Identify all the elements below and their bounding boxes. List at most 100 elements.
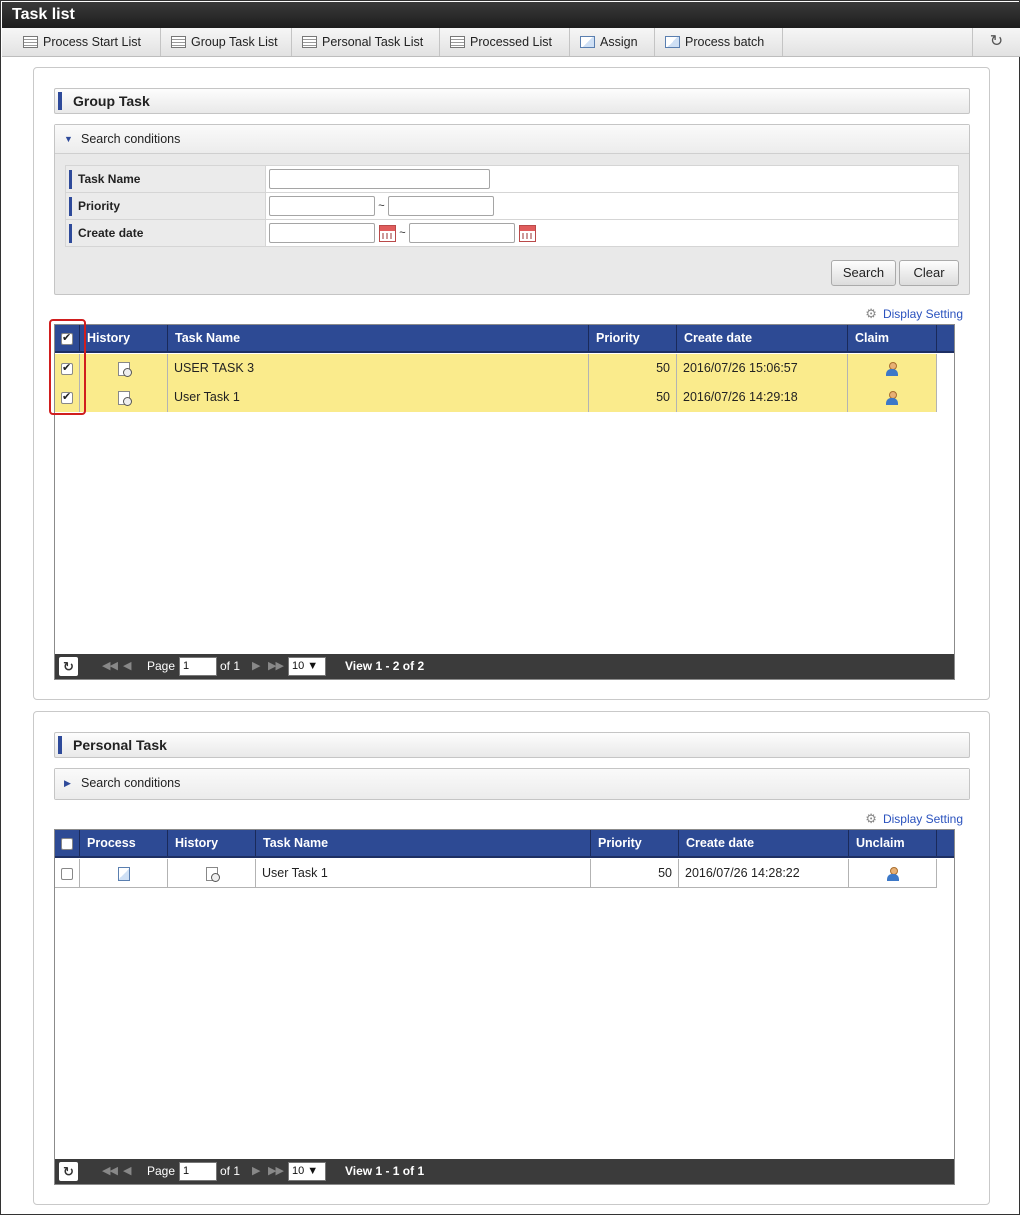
- calendar-icon[interactable]: [379, 224, 396, 242]
- checkbox-highlight: [49, 319, 86, 415]
- grid-header: Process History Task Name Priority Creat…: [55, 830, 954, 858]
- col-process[interactable]: Process: [80, 830, 168, 856]
- window-title: Task list: [2, 2, 1020, 28]
- history-icon[interactable]: [117, 361, 132, 377]
- task-name-input[interactable]: [269, 169, 490, 189]
- page-number-input[interactable]: 1: [179, 657, 217, 676]
- select-all-cell: [55, 830, 80, 856]
- gear-icon: ⚙: [865, 811, 877, 826]
- prev-page-icon[interactable]: ◀: [123, 1159, 132, 1184]
- col-task-name[interactable]: Task Name: [256, 830, 591, 856]
- clear-button[interactable]: Clear: [899, 260, 959, 286]
- reload-icon[interactable]: ↻: [59, 657, 78, 676]
- group-task-title: Group Task: [54, 88, 970, 114]
- view-range-text: View 1 - 1 of 1: [345, 1164, 425, 1178]
- last-page-icon[interactable]: ▶▶: [268, 654, 284, 679]
- tab-label: Personal Task List: [322, 35, 424, 49]
- row-checkbox[interactable]: [61, 867, 73, 880]
- page-count-label: of 1: [220, 659, 241, 673]
- page-count-label: of 1: [220, 1164, 241, 1178]
- col-create-date[interactable]: Create date: [679, 830, 849, 856]
- col-priority[interactable]: Priority: [591, 830, 679, 856]
- tab-processed-list[interactable]: Processed List: [440, 28, 570, 56]
- next-page-icon[interactable]: ▶: [252, 1159, 261, 1184]
- task-name-cell: User Task 1: [168, 383, 589, 412]
- create-date-from-input[interactable]: [269, 223, 375, 243]
- col-claim[interactable]: Claim: [848, 325, 937, 351]
- rows-per-page-select[interactable]: 10 ▼: [288, 1162, 326, 1181]
- page-label: Page: [147, 659, 176, 673]
- personal-search-conditions: ▶ Search conditions: [54, 768, 970, 800]
- page-number-input[interactable]: 1: [179, 1162, 217, 1181]
- first-page-icon[interactable]: ◀◀: [102, 1159, 118, 1184]
- tab-assign[interactable]: Assign: [570, 28, 655, 56]
- history-icon[interactable]: [117, 390, 132, 406]
- history-cell: [80, 383, 168, 412]
- reload-icon[interactable]: ↻: [59, 1162, 78, 1181]
- last-page-icon[interactable]: ▶▶: [268, 1159, 284, 1184]
- process-cell: [80, 859, 168, 888]
- col-priority[interactable]: Priority: [589, 325, 677, 351]
- create-date-cell: 2016/07/26 14:28:22: [679, 859, 849, 888]
- calendar-icon[interactable]: [519, 224, 536, 242]
- table-row[interactable]: USER TASK 3 50 2016/07/26 15:06:57: [55, 354, 937, 383]
- search-conditions-toggle[interactable]: ▼ Search conditions: [55, 125, 969, 154]
- prev-page-icon[interactable]: ◀: [123, 654, 132, 679]
- collapse-arrow-icon: ▼: [64, 134, 73, 144]
- tab-label: Process Start List: [43, 35, 141, 49]
- assign-icon: [580, 36, 595, 48]
- display-setting-link[interactable]: ⚙ Display Setting: [865, 811, 963, 827]
- task-name-cell: USER TASK 3: [168, 354, 589, 383]
- rows-per-page-select[interactable]: 10 ▼: [288, 657, 326, 676]
- priority-label: Priority: [65, 192, 266, 220]
- col-history[interactable]: History: [168, 830, 256, 856]
- history-icon[interactable]: [205, 866, 220, 882]
- group-task-grid: History Task Name Priority Create date C…: [54, 324, 955, 680]
- select-all-checkbox[interactable]: [61, 837, 73, 850]
- tab-personal-task-list[interactable]: Personal Task List: [292, 28, 440, 56]
- history-cell: [80, 354, 168, 383]
- search-conditions-label: Search conditions: [81, 776, 181, 790]
- tab-process-batch[interactable]: Process batch: [655, 28, 783, 56]
- priority-cell: 50: [591, 859, 679, 888]
- group-task-panel: Group Task ▼ Search conditions Task Name…: [33, 67, 990, 700]
- list-icon: [23, 36, 38, 48]
- search-button[interactable]: Search: [831, 260, 896, 286]
- first-page-icon[interactable]: ◀◀: [102, 654, 118, 679]
- next-page-icon[interactable]: ▶: [252, 654, 261, 679]
- tab-label: Processed List: [470, 35, 552, 49]
- claim-user-icon[interactable]: [885, 361, 899, 376]
- tab-process-start-list[interactable]: Process Start List: [13, 28, 161, 56]
- display-setting-link[interactable]: ⚙ Display Setting: [865, 306, 963, 322]
- range-tilde: ~: [378, 200, 385, 213]
- priority-to-input[interactable]: [388, 196, 494, 216]
- main-toolbar: Process Start List Group Task List Perso…: [2, 28, 1020, 57]
- personal-task-title: Personal Task: [54, 732, 970, 758]
- display-setting-label: Display Setting: [882, 812, 963, 826]
- expand-arrow-icon: ▶: [64, 778, 71, 788]
- priority-cell: 50: [589, 354, 677, 383]
- col-create-date[interactable]: Create date: [677, 325, 848, 351]
- table-row[interactable]: User Task 1 50 2016/07/26 14:28:22: [55, 859, 937, 888]
- create-date-cell: 2016/07/26 15:06:57: [677, 354, 848, 383]
- gear-icon: ⚙: [865, 306, 877, 321]
- unclaim-cell: [849, 859, 937, 888]
- tab-group-task-list[interactable]: Group Task List: [161, 28, 292, 56]
- col-history[interactable]: History: [80, 325, 168, 351]
- col-task-name[interactable]: Task Name: [168, 325, 589, 351]
- create-date-to-input[interactable]: [409, 223, 515, 243]
- refresh-icon[interactable]: ↻: [972, 28, 1020, 56]
- list-icon: [171, 36, 186, 48]
- process-icon[interactable]: [117, 866, 130, 881]
- search-conditions-label: Search conditions: [81, 132, 181, 146]
- claim-user-icon[interactable]: [885, 390, 899, 405]
- personal-task-panel: Personal Task ▶ Search conditions ⚙ Displ…: [33, 711, 990, 1205]
- search-conditions-toggle[interactable]: ▶ Search conditions: [55, 769, 969, 799]
- table-row[interactable]: User Task 1 50 2016/07/26 14:29:18: [55, 383, 937, 412]
- priority-from-input[interactable]: [269, 196, 375, 216]
- col-unclaim[interactable]: Unclaim: [849, 830, 937, 856]
- batch-icon: [665, 36, 680, 48]
- unclaim-user-icon[interactable]: [886, 866, 900, 881]
- create-date-label: Create date: [65, 219, 266, 247]
- grid-header: History Task Name Priority Create date C…: [55, 325, 954, 353]
